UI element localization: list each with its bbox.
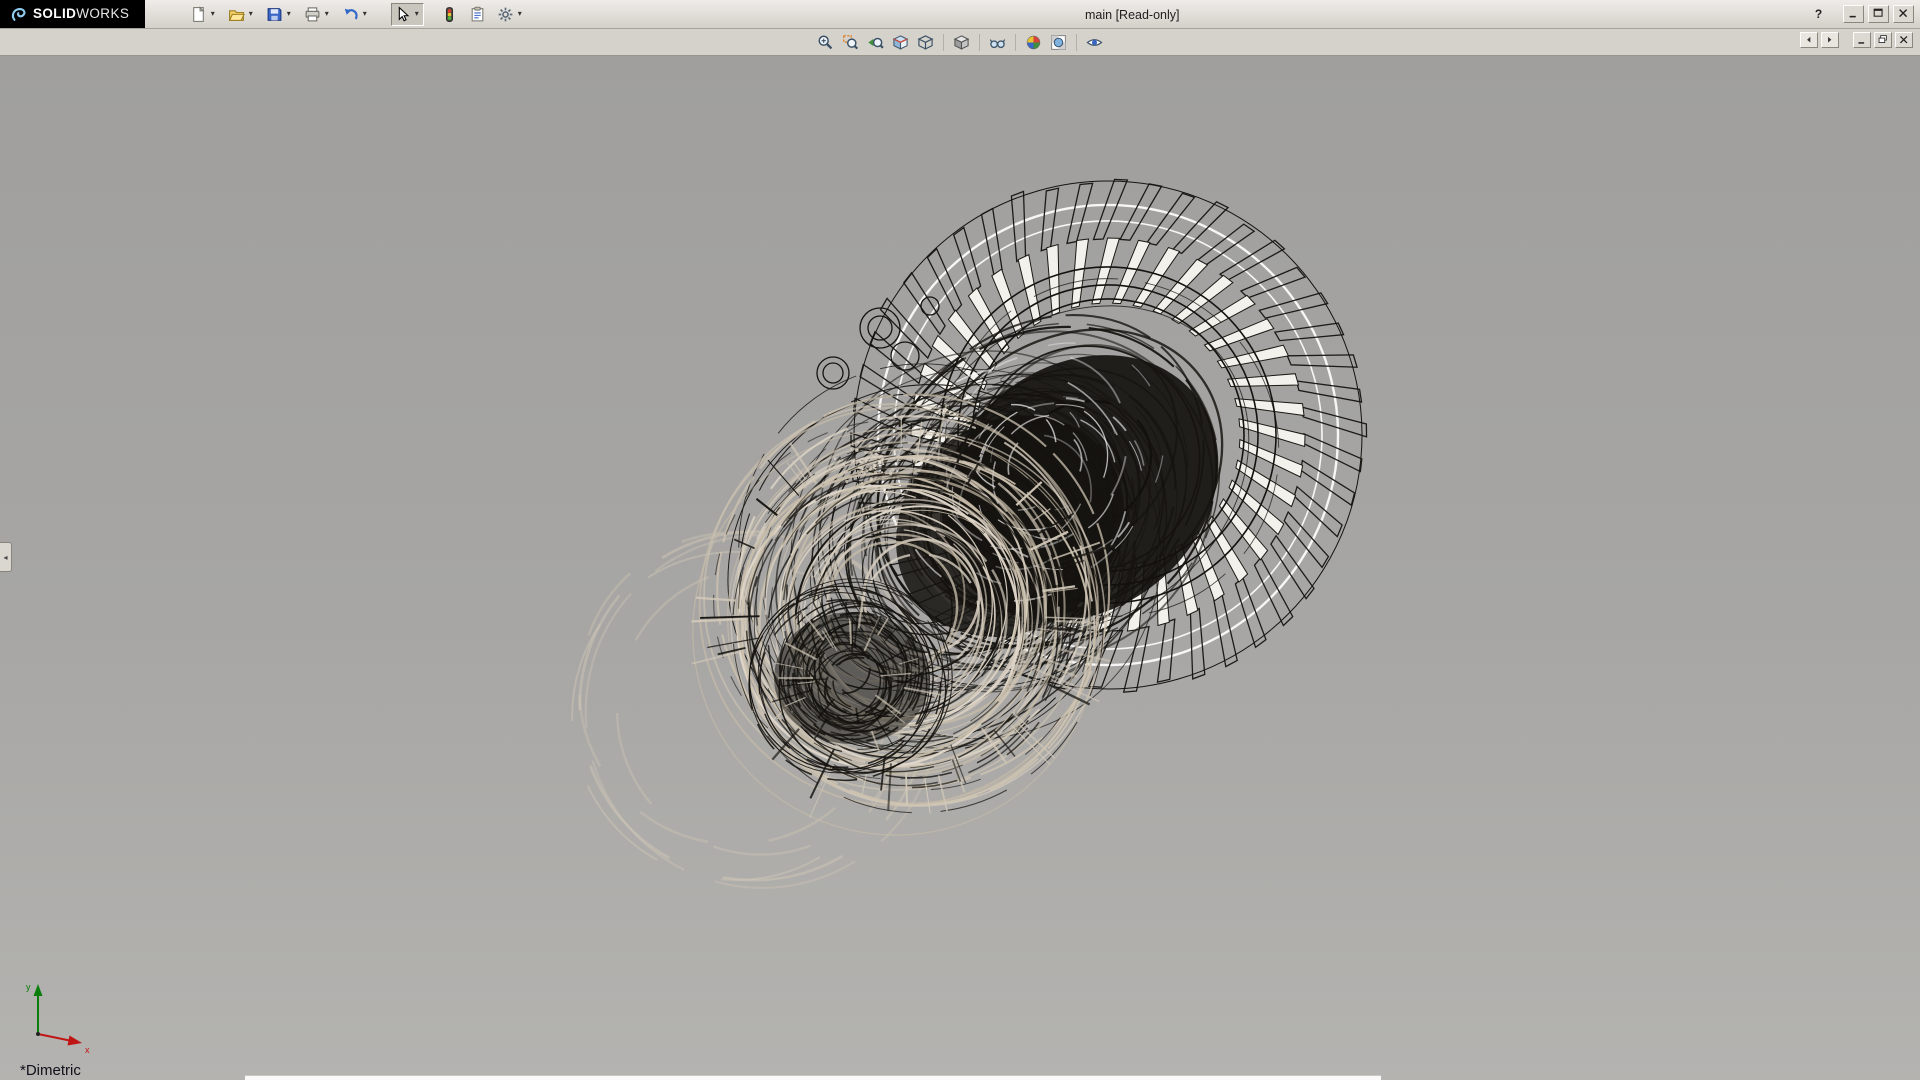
document-restore-button[interactable]: [1874, 32, 1892, 48]
maximize-button[interactable]: [1868, 5, 1889, 23]
undo-icon: [342, 6, 359, 23]
save-button[interactable]: ▾: [263, 3, 296, 26]
window-title: main [Read-only]: [1085, 0, 1180, 29]
engine-model[interactable]: [0, 56, 1920, 1080]
brand-text: SOLIDWORKS: [33, 5, 129, 23]
document-previous-window-button[interactable]: [1800, 32, 1818, 48]
edit-appearance-icon: [1025, 34, 1042, 51]
dropdown-arrow-icon[interactable]: ▾: [360, 9, 369, 19]
status-bar-sliver: [245, 1075, 1381, 1080]
new-document-button[interactable]: ▾: [187, 3, 220, 26]
dropdown-arrow-icon[interactable]: ▾: [515, 9, 524, 19]
previous-window-icon: [1803, 34, 1816, 47]
minimize-button[interactable]: [1843, 5, 1864, 23]
select-icon: [394, 6, 411, 23]
open-button[interactable]: ▾: [225, 3, 258, 26]
maximize-icon: [1872, 7, 1886, 21]
standard-toolbar: ▾ ▾ ▾ ▾ ▾ ▾ ▾: [187, 3, 527, 26]
zoom-to-fit-icon: [817, 34, 834, 51]
minimize-icon: [1847, 7, 1861, 21]
document-minimize-button[interactable]: [1853, 32, 1871, 48]
save-icon: [266, 6, 283, 23]
help-button[interactable]: ?: [1808, 5, 1829, 23]
previous-view-icon: [867, 34, 884, 51]
titlebar[interactable]: SOLIDWORKS ▾ ▾ ▾ ▾ ▾ ▾ ▾ main [Read-only] ?: [0, 0, 1920, 29]
document-close-button[interactable]: [1895, 32, 1913, 48]
zoom-to-fit-button[interactable]: [813, 31, 838, 54]
close-icon: [1898, 34, 1911, 47]
view-orientation-icon: [917, 34, 934, 51]
apply-scene-icon: [1050, 34, 1067, 51]
panel-expand-tab[interactable]: ◂: [0, 542, 12, 572]
undo-button[interactable]: ▾: [339, 3, 372, 26]
file-properties-icon: [469, 6, 486, 23]
previous-view-button[interactable]: [863, 31, 888, 54]
section-view-button[interactable]: [888, 31, 913, 54]
dropdown-arrow-icon[interactable]: ▾: [208, 9, 217, 19]
select-button[interactable]: ▾: [391, 3, 424, 26]
hide-show-items-button[interactable]: [985, 31, 1010, 54]
restore-icon: [1877, 34, 1890, 47]
dropdown-arrow-icon[interactable]: ▾: [246, 9, 255, 19]
document-next-window-button[interactable]: [1821, 32, 1839, 48]
view-orientation-button[interactable]: [913, 31, 938, 54]
dropdown-arrow-icon[interactable]: ▾: [284, 9, 293, 19]
view-settings-button[interactable]: [1082, 31, 1107, 54]
open-icon: [228, 6, 245, 23]
new-document-icon: [190, 6, 207, 23]
toolbar-separator: [943, 34, 944, 51]
toolbar-separator: [979, 34, 980, 51]
print-button[interactable]: ▾: [301, 3, 334, 26]
triad-y-label: y: [26, 982, 31, 992]
hide-show-items-icon: [989, 34, 1006, 51]
next-window-icon: [1824, 34, 1837, 47]
window-controls: ?: [1808, 5, 1920, 23]
heads-up-toolbar: [813, 31, 1107, 54]
options-icon: [497, 6, 514, 23]
close-icon: [1897, 7, 1911, 21]
graphics-viewport[interactable]: ◂ y x *Dimetric: [0, 56, 1920, 1080]
rebuild-icon: [441, 6, 458, 23]
triad-x-label: x: [85, 1045, 90, 1055]
solidworks-window: SOLIDWORKS ▾ ▾ ▾ ▾ ▾ ▾ ▾ main [Read-only] ? ◂ …: [0, 0, 1920, 1080]
rebuild-button[interactable]: [438, 3, 461, 26]
display-style-icon: [953, 34, 970, 51]
3ds-logo-icon: [10, 6, 27, 23]
section-view-icon: [892, 34, 909, 51]
help-icon: ?: [1815, 7, 1822, 21]
apply-scene-button[interactable]: [1046, 31, 1071, 54]
minimize-icon: [1856, 34, 1869, 47]
chevron-left-icon: ◂: [3, 553, 7, 562]
zoom-to-area-button[interactable]: [838, 31, 863, 54]
zoom-to-area-icon: [842, 34, 859, 51]
document-window-controls: [1800, 32, 1913, 48]
view-orientation-label: *Dimetric: [20, 1062, 81, 1079]
edit-appearance-button[interactable]: [1021, 31, 1046, 54]
view-settings-icon: [1086, 34, 1103, 51]
close-button[interactable]: [1893, 5, 1914, 23]
solidworks-logo: SOLIDWORKS: [0, 0, 145, 28]
toolbar-separator: [1015, 34, 1016, 51]
dropdown-arrow-icon[interactable]: ▾: [412, 9, 421, 19]
heads-up-row: [0, 29, 1920, 56]
print-icon: [304, 6, 321, 23]
file-properties-button[interactable]: [466, 3, 489, 26]
display-style-button[interactable]: [949, 31, 974, 54]
dropdown-arrow-icon[interactable]: ▾: [322, 9, 331, 19]
options-button[interactable]: ▾: [494, 3, 527, 26]
toolbar-separator: [1076, 34, 1077, 51]
orientation-triad: y x: [14, 974, 98, 1058]
